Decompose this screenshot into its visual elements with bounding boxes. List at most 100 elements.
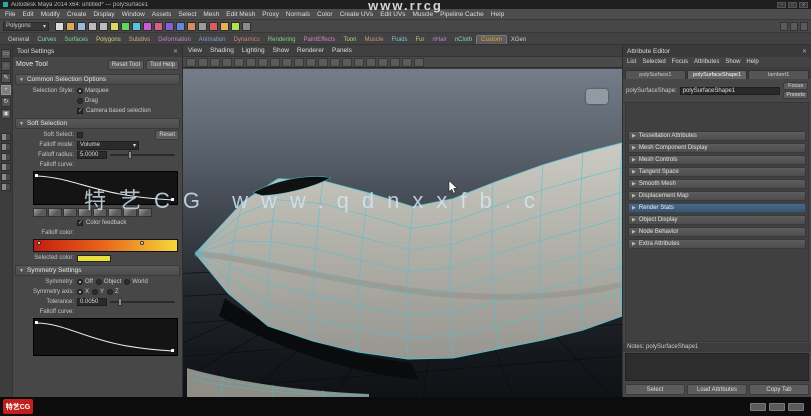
- shelf-tab[interactable]: XGen: [507, 36, 530, 44]
- focus-button[interactable]: Focus: [783, 82, 808, 90]
- attribute-editor-menu-item[interactable]: List: [627, 59, 636, 65]
- shelf-tab[interactable]: Rendering: [264, 36, 300, 44]
- node-name-field[interactable]: polySurfaceShape1: [680, 87, 781, 95]
- attribute-editor-menu-item[interactable]: Focus: [672, 59, 688, 65]
- ramp-marker[interactable]: [140, 241, 144, 245]
- menu-item[interactable]: Mesh: [203, 11, 219, 18]
- viewport-menu-item[interactable]: Show: [273, 47, 289, 54]
- menu-item[interactable]: Muscle: [412, 11, 433, 18]
- show-channel-box-toggle[interactable]: [800, 22, 808, 31]
- shelf-tab[interactable]: Muscle: [360, 36, 387, 44]
- viewport-menu-item[interactable]: Panels: [332, 47, 352, 54]
- attribute-section-bar[interactable]: ▶ Tangent Space: [628, 167, 806, 177]
- shelf-tab[interactable]: Subdivs: [125, 36, 154, 44]
- menu-item[interactable]: Edit UVs: [380, 11, 405, 18]
- symmetry-world-radio[interactable]: World: [124, 279, 148, 285]
- medium-curve-preset[interactable]: [48, 208, 62, 217]
- section-common-selection-options[interactable]: ▼ Common Selection Options: [15, 74, 180, 85]
- four-pane-layout-button[interactable]: [1, 143, 11, 151]
- symmetry-object-radio[interactable]: Object: [96, 279, 121, 285]
- section-soft-selection[interactable]: ▼ Soft Selection: [15, 118, 180, 129]
- color-feedback-checkbox[interactable]: [77, 220, 83, 226]
- shelf-tab[interactable]: Toon: [339, 36, 360, 44]
- attribute-section-bar[interactable]: ▶ Extra Attributes: [628, 239, 806, 249]
- make-live-icon[interactable]: [187, 22, 196, 31]
- redo-icon[interactable]: [99, 22, 108, 31]
- shelf-tab[interactable]: Custom: [476, 35, 507, 44]
- soft-curve-preset[interactable]: [33, 208, 47, 217]
- attribute-section-bar[interactable]: ▶ Mesh Component Display: [628, 143, 806, 153]
- marquee-radio[interactable]: Marquee: [77, 88, 109, 94]
- wireframe-mode-icon[interactable]: [282, 58, 292, 67]
- attribute-section-bar[interactable]: ▶ Node Behavior: [628, 227, 806, 237]
- safe-title-icon[interactable]: [270, 58, 280, 67]
- use-all-lights-icon[interactable]: [318, 58, 328, 67]
- stairs-curve-preset[interactable]: [123, 208, 137, 217]
- menu-item[interactable]: Modify: [41, 11, 60, 18]
- attribute-section-bar[interactable]: ▶ Displacement Map: [628, 191, 806, 201]
- select-by-hierarchy-icon[interactable]: [110, 22, 119, 31]
- falloff-curve-editor[interactable]: [33, 171, 178, 205]
- hard-curve-preset[interactable]: [78, 208, 92, 217]
- grid-toggle-icon[interactable]: [198, 58, 208, 67]
- persp-uv-layout-button[interactable]: [1, 183, 11, 191]
- viewport-menu-item[interactable]: Renderer: [297, 47, 324, 54]
- shelf-tab[interactable]: Deformation: [154, 36, 195, 44]
- attribute-editor-button[interactable]: Load Attributes: [687, 384, 747, 395]
- attribute-editor-tab[interactable]: polySurface1: [625, 70, 686, 79]
- player-fullscreen-button[interactable]: [788, 403, 804, 411]
- shelf-tab[interactable]: PaintEffects: [300, 36, 340, 44]
- shadows-icon[interactable]: [330, 58, 340, 67]
- motion-blur-icon[interactable]: [354, 58, 364, 67]
- attribute-section-bar[interactable]: ▶ Object Display: [628, 215, 806, 225]
- snap-to-point-icon[interactable]: [165, 22, 174, 31]
- textured-mode-icon[interactable]: [306, 58, 316, 67]
- rotate-tool-icon[interactable]: ↻: [1, 97, 11, 107]
- shaded-mode-icon[interactable]: [294, 58, 304, 67]
- axis-x-radio[interactable]: X: [77, 289, 89, 295]
- menu-item[interactable]: Edit Mesh: [226, 11, 255, 18]
- snap-to-grid-icon[interactable]: [143, 22, 152, 31]
- xray-icon[interactable]: [402, 58, 412, 67]
- exposure-icon[interactable]: [414, 58, 424, 67]
- axis-z-radio[interactable]: Z: [107, 289, 119, 295]
- shelf-tab[interactable]: nCloth: [451, 36, 476, 44]
- open-scene-icon[interactable]: [66, 22, 75, 31]
- open-render-view-icon[interactable]: [209, 22, 218, 31]
- viewport-menu-item[interactable]: Lighting: [242, 47, 265, 54]
- undo-icon[interactable]: [88, 22, 97, 31]
- attribute-editor-menu-item[interactable]: Selected: [642, 59, 665, 65]
- attribute-editor-menu-item[interactable]: Show: [725, 59, 740, 65]
- shelf-tab[interactable]: Curves: [33, 36, 60, 44]
- notes-textarea[interactable]: [625, 353, 809, 381]
- shelf-tab[interactable]: General: [4, 36, 33, 44]
- menu-item[interactable]: Select: [178, 11, 196, 18]
- maximize-button[interactable]: □: [788, 2, 797, 8]
- menu-item[interactable]: Edit: [22, 11, 33, 18]
- falloff-radius-slider[interactable]: [110, 154, 175, 156]
- depth-of-field-icon[interactable]: [378, 58, 388, 67]
- safe-action-icon[interactable]: [258, 58, 268, 67]
- menu-item[interactable]: Display: [93, 11, 114, 18]
- gate-mask-icon[interactable]: [234, 58, 244, 67]
- crater-curve-preset[interactable]: [93, 208, 107, 217]
- menu-item[interactable]: Help: [491, 11, 504, 18]
- falloff-color-ramp[interactable]: [33, 239, 178, 252]
- menu-item[interactable]: Pipeline Cache: [440, 11, 484, 18]
- wave-curve-preset[interactable]: [108, 208, 122, 217]
- tolerance-slider[interactable]: [110, 301, 175, 303]
- menu-set-selector[interactable]: Polygons▾: [3, 22, 49, 31]
- resolution-gate-icon[interactable]: [222, 58, 232, 67]
- attribute-section-bar[interactable]: ▶ Smooth Mesh: [628, 179, 806, 189]
- falloff-radius-field[interactable]: 5.0000: [77, 151, 107, 159]
- camera-select-icon[interactable]: [186, 58, 196, 67]
- presets-button[interactable]: Presets: [783, 91, 808, 99]
- soft-select-reset-button[interactable]: Reset: [155, 130, 179, 140]
- paint-select-tool-icon[interactable]: ✎: [1, 73, 11, 83]
- viewport-menu-item[interactable]: View: [188, 47, 202, 54]
- attribute-editor-tab[interactable]: polySurfaceShape1: [687, 70, 748, 79]
- ipr-render-icon[interactable]: [231, 22, 240, 31]
- new-scene-icon[interactable]: [55, 22, 64, 31]
- selected-color-swatch[interactable]: [77, 255, 111, 262]
- linear-curve-preset[interactable]: [63, 208, 77, 217]
